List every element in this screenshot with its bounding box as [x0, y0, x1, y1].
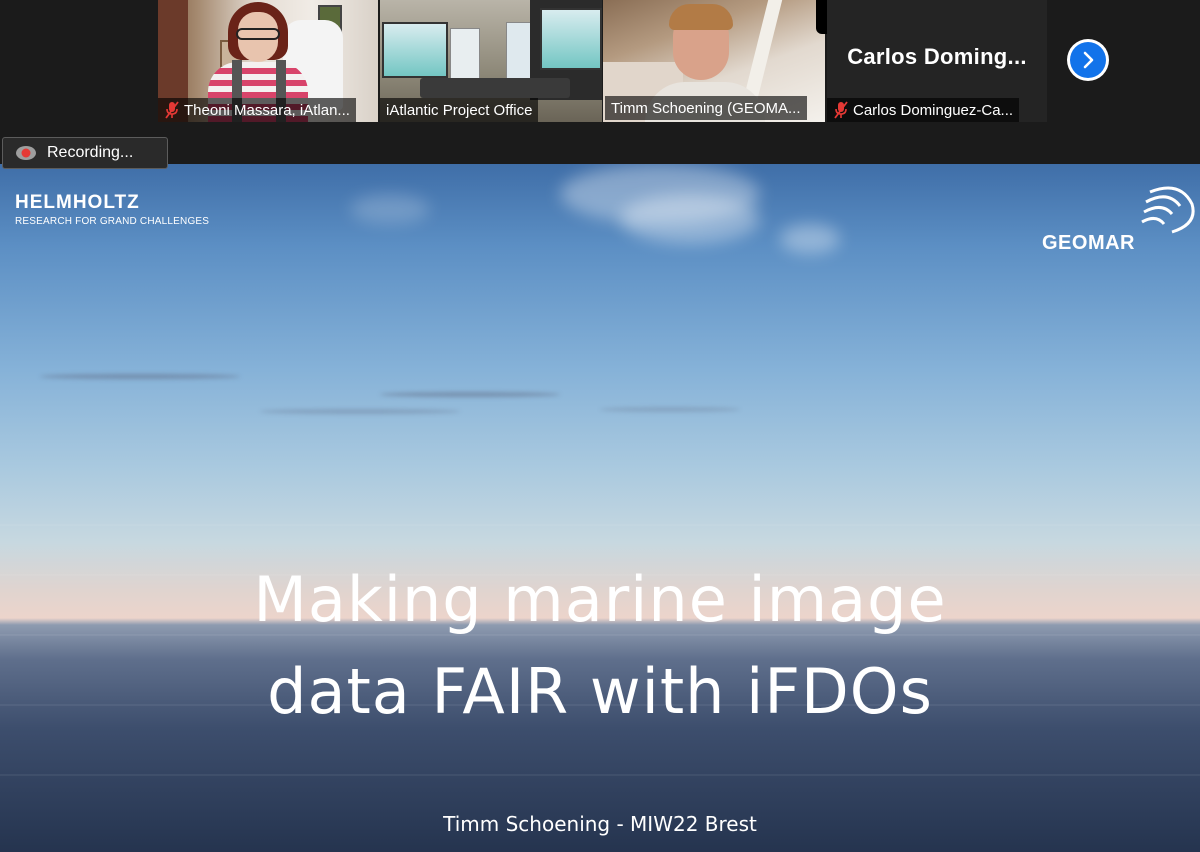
- participant-tile-iatlantic[interactable]: iAtlantic Project Office: [380, 0, 602, 122]
- participant-tile-carlos[interactable]: Carlos Doming... Carlos Dominguez-Ca...: [827, 0, 1047, 122]
- slide-title: Making marine image data FAIR with iFDOs: [0, 554, 1200, 738]
- mic-muted-icon: [834, 101, 848, 119]
- geomar-logo: GEOMAR: [1040, 184, 1196, 254]
- participant-name: iAtlantic Project Office: [386, 101, 533, 119]
- participant-tile-theoni[interactable]: Theoni Massara, iAtlan...: [158, 0, 378, 122]
- participant-name-label: Carlos Dominguez-Ca...: [827, 98, 1020, 122]
- participant-name: Carlos Dominguez-Ca...: [853, 101, 1014, 119]
- participant-display-name: Carlos Doming...: [847, 44, 1027, 69]
- helmholtz-logo: HELMHOLTZ RESEARCH FOR GRAND CHALLENGES: [15, 192, 209, 227]
- chevron-right-icon: [1083, 51, 1094, 69]
- geomar-emblem-icon: [1141, 186, 1195, 234]
- helmholtz-wordmark: HELMHOLTZ: [15, 192, 140, 213]
- helmholtz-tagline: RESEARCH FOR GRAND CHALLENGES: [15, 216, 210, 227]
- participant-strip: Theoni Massara, iAtlan... iAtlantic Proj…: [0, 0, 1200, 164]
- slide-title-line: data FAIR with iFDOs: [267, 655, 933, 728]
- slide-title-line: Making marine image: [253, 563, 947, 636]
- mic-muted-icon: [165, 101, 179, 119]
- next-page-button[interactable]: [1067, 39, 1109, 81]
- recording-label: Recording...: [47, 144, 134, 161]
- participant-name-label: Theoni Massara, iAtlan...: [158, 98, 356, 122]
- participant-tile-timm-active-speaker[interactable]: Timm Schoening (GEOMA...: [603, 0, 825, 122]
- participant-name-label: iAtlantic Project Office: [380, 98, 539, 122]
- recording-icon: [16, 146, 36, 160]
- recording-indicator[interactable]: Recording...: [2, 137, 168, 169]
- shared-screen-slide: HELMHOLTZ RESEARCH FOR GRAND CHALLENGES …: [0, 164, 1200, 852]
- participant-name-label: Timm Schoening (GEOMA...: [605, 96, 807, 120]
- geomar-wordmark: GEOMAR: [1042, 232, 1135, 254]
- participant-name: Timm Schoening (GEOMA...: [611, 99, 801, 117]
- slide-footer: Timm Schoening - MIW22 Brest: [443, 812, 757, 836]
- participant-name: Theoni Massara, iAtlan...: [184, 101, 350, 119]
